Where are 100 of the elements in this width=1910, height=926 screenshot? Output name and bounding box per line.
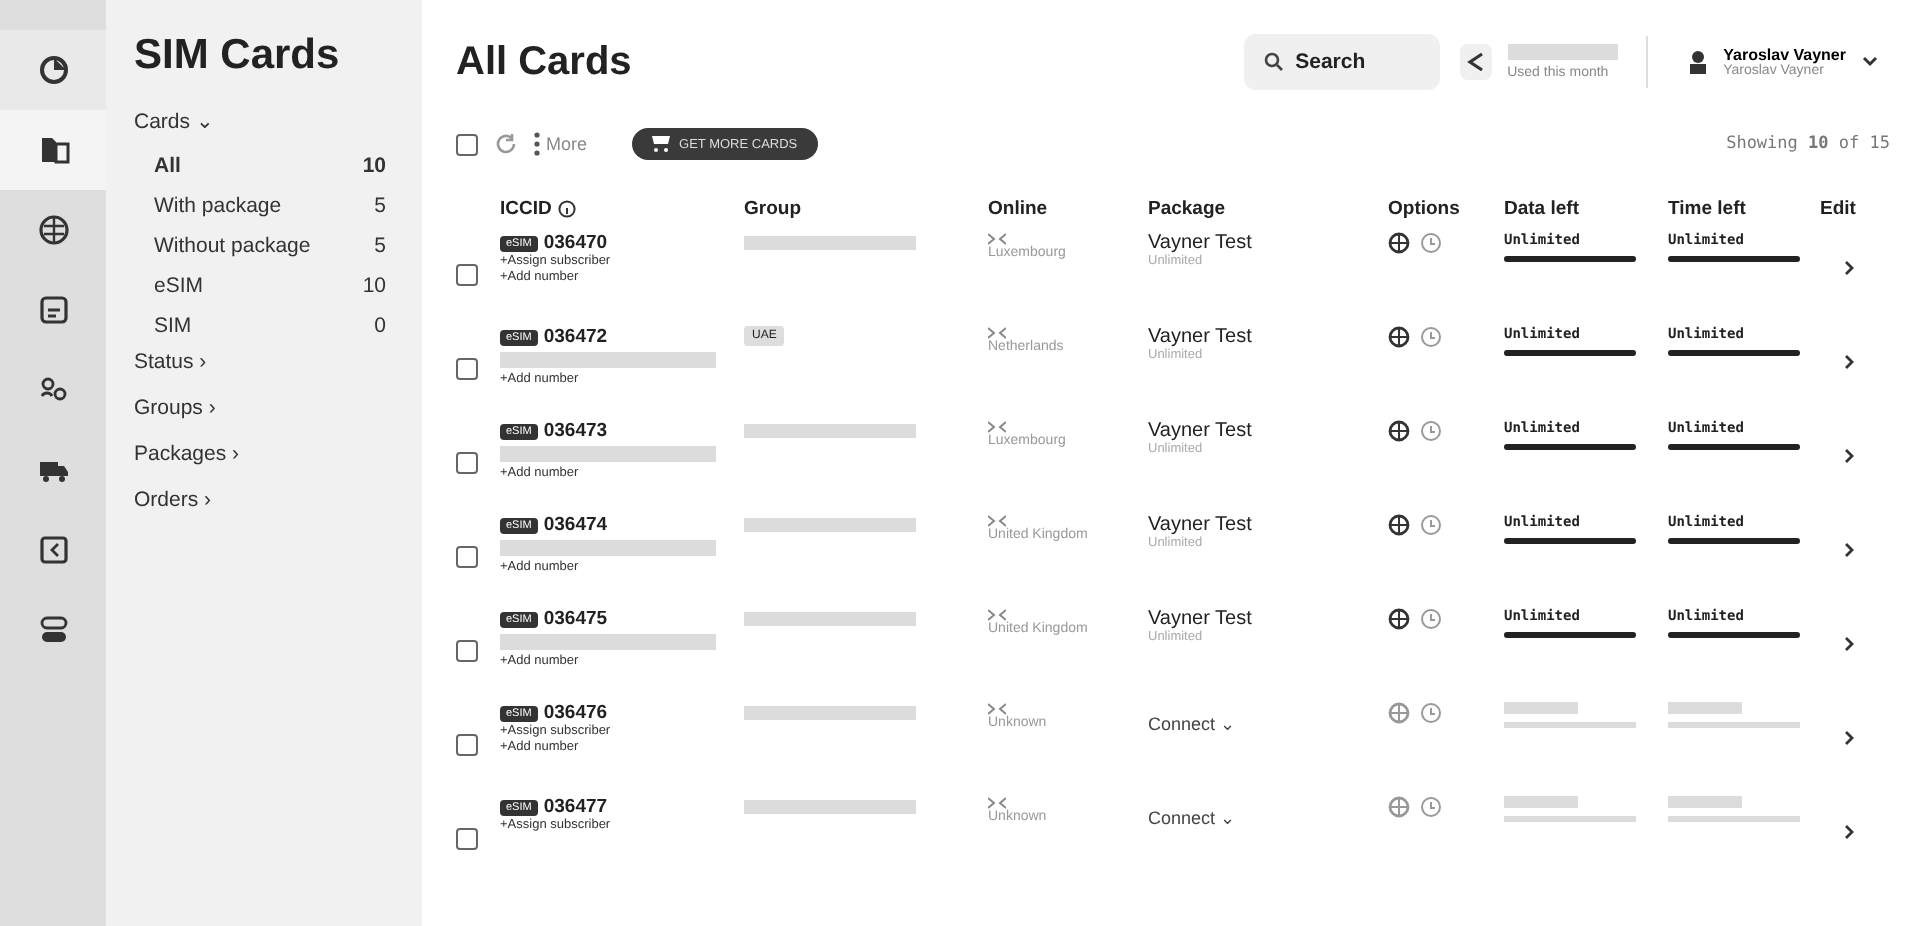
nav-count: 0 [374, 314, 386, 338]
nav-label: SIM [154, 314, 192, 338]
package-name: Vayner Test [1148, 420, 1252, 442]
share-button[interactable] [1459, 44, 1492, 80]
globe-icon[interactable] [1388, 232, 1410, 254]
clock-icon[interactable] [1420, 326, 1442, 348]
chevron-icon [1862, 56, 1878, 68]
nav-count: 5 [374, 194, 386, 218]
nav-item[interactable]: With package 5 [134, 190, 386, 222]
nav-label: eSIM [154, 274, 204, 298]
package-name: Vayner Test [1148, 326, 1252, 348]
showing-count: Showing 10 of 15 [1726, 134, 1890, 154]
nav-section[interactable]: Orders › [134, 488, 212, 512]
nav-label: All [154, 154, 181, 178]
nav-count: 10 [362, 274, 386, 298]
clock-icon[interactable] [1420, 796, 1442, 818]
row-checkbox[interactable] [456, 264, 478, 286]
row-checkbox[interactable] [456, 828, 478, 850]
bar-placeholder [1668, 816, 1800, 822]
toggle-icon [37, 614, 69, 646]
people-icon [37, 374, 69, 406]
connection-icon [988, 326, 1006, 340]
globe-icon[interactable] [1388, 326, 1410, 348]
iccid: 036474 [543, 514, 608, 536]
value-placeholder [1668, 796, 1742, 808]
iccid: 036473 [543, 420, 608, 442]
card-icon [37, 294, 69, 326]
rail-button[interactable] [0, 110, 106, 190]
refresh-icon[interactable] [494, 132, 518, 156]
row-checkbox[interactable] [456, 452, 478, 474]
column-header: Package [1148, 197, 1228, 219]
nav-section[interactable]: Groups › [134, 396, 216, 420]
chevron-right-icon[interactable] [1843, 542, 1853, 558]
iccid: 036475 [543, 608, 608, 630]
nav-item[interactable]: All 10 [134, 150, 386, 182]
select-all-checkbox[interactable] [456, 133, 478, 155]
nav-item[interactable]: eSIM 10 [134, 270, 386, 302]
clock-icon[interactable] [1420, 232, 1442, 254]
globe-icon[interactable] [1388, 420, 1410, 442]
connection-icon [988, 608, 1006, 622]
row-checkbox[interactable] [456, 546, 478, 568]
row-checkbox[interactable] [456, 358, 478, 380]
connection-icon [988, 796, 1006, 810]
chevron-right-icon[interactable] [1843, 354, 1853, 370]
nav-item[interactable]: Without package 5 [134, 230, 386, 262]
chevron-right-icon[interactable] [1843, 448, 1853, 464]
globe-icon [37, 214, 69, 246]
globe-icon[interactable] [1388, 608, 1410, 630]
column-header: Data left [1504, 197, 1581, 219]
chevron-right-icon[interactable] [1843, 730, 1853, 746]
package-name: Vayner Test [1148, 514, 1252, 536]
connection-icon [988, 514, 1006, 528]
iccid: 036472 [543, 326, 608, 348]
clock-icon[interactable] [1420, 420, 1442, 442]
package-name: Vayner Test [1148, 608, 1252, 630]
search-icon [1263, 52, 1284, 72]
share-icon [1465, 52, 1486, 72]
more-button[interactable]: More [534, 132, 588, 156]
nav-section[interactable]: Cards ⌄ [134, 108, 214, 134]
row-checkbox[interactable] [456, 640, 478, 662]
nav-label: With package [154, 194, 282, 218]
usage-bar [1507, 44, 1618, 60]
logo-icon[interactable] [37, 54, 69, 86]
page-title: All Cards [456, 39, 634, 85]
package-name: Vayner Test [1148, 232, 1252, 254]
nav-label: Without package [154, 234, 311, 258]
iccid: 036470 [543, 232, 608, 254]
value-placeholder [1668, 702, 1742, 714]
row-checkbox[interactable] [456, 734, 478, 756]
nav-section[interactable]: Status › [134, 350, 207, 374]
globe-icon[interactable] [1388, 514, 1410, 536]
user-icon [1687, 50, 1708, 74]
bar-placeholder [1668, 722, 1800, 728]
column-header: Time left [1668, 197, 1748, 219]
bar-placeholder [1504, 816, 1636, 822]
search-field[interactable]: Search [1243, 34, 1440, 90]
column-header: ICCID [500, 197, 744, 219]
chevron-right-icon[interactable] [1843, 260, 1853, 276]
connection-icon [988, 232, 1006, 246]
kebab-icon [534, 132, 540, 156]
connection-icon [988, 420, 1006, 434]
nav-item[interactable]: SIM 0 [134, 310, 386, 342]
sim-card-icon [37, 134, 69, 166]
clock-icon[interactable] [1420, 608, 1442, 630]
connect-dropdown[interactable]: Connect ⌄ [1148, 808, 1237, 828]
nav-section[interactable]: Packages › [134, 442, 240, 466]
sidebar-title: SIM Cards [134, 32, 340, 80]
nav-count: 10 [362, 154, 386, 178]
chevron-right-icon[interactable] [1843, 824, 1853, 840]
clock-icon[interactable] [1420, 514, 1442, 536]
nav-count: 5 [374, 234, 386, 258]
column-header: Edit [1820, 197, 1858, 219]
connection-icon [988, 702, 1006, 716]
cart-icon [651, 136, 670, 152]
chevron-right-icon[interactable] [1843, 636, 1853, 652]
column-header: Options [1388, 197, 1462, 219]
receipt-icon [37, 534, 69, 566]
clock-icon[interactable] [1420, 702, 1442, 724]
value-placeholder [1504, 796, 1578, 808]
connect-dropdown[interactable]: Connect ⌄ [1148, 714, 1237, 734]
